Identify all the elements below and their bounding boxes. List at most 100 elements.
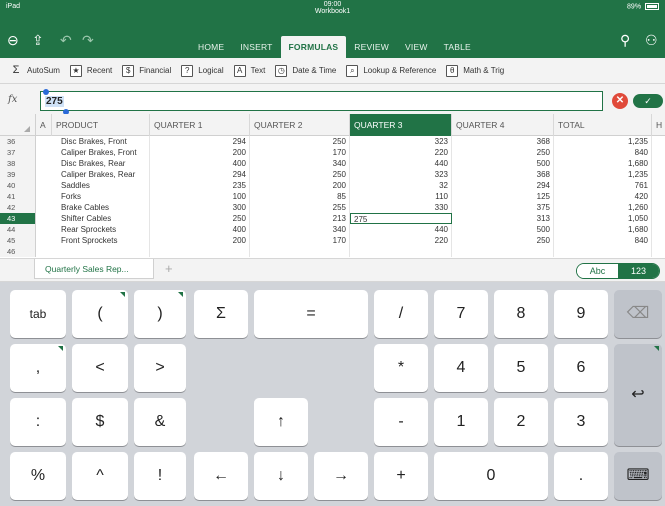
active-cell[interactable]: 275 (350, 213, 452, 224)
sigma-key[interactable]: Σ (194, 290, 248, 338)
table-cell[interactable]: 294 (452, 180, 554, 191)
table-cell[interactable]: 170 (250, 147, 350, 158)
open-paren-key[interactable]: ( (72, 290, 128, 338)
table-cell[interactable]: 840 (554, 235, 652, 246)
table-cell[interactable]: Caliper Brakes, Front (58, 147, 150, 158)
table-cell[interactable]: 294 (150, 169, 250, 180)
table-cell[interactable]: 368 (452, 136, 554, 147)
search-icon[interactable]: ⚲ (620, 32, 630, 49)
add-person-icon[interactable]: ⚇ (645, 32, 658, 49)
tab-key[interactable]: tab (10, 290, 66, 338)
colon-key[interactable]: : (10, 398, 66, 446)
table-cell[interactable]: 250 (452, 235, 554, 246)
decimal-key[interactable]: . (554, 452, 608, 500)
redo-icon[interactable]: ↷ (82, 32, 94, 49)
caret-key[interactable]: ^ (72, 452, 128, 500)
table-cell[interactable]: 100 (150, 191, 250, 202)
table-cell[interactable]: Disc Brakes, Front (58, 136, 150, 147)
exclamation-key[interactable]: ! (134, 452, 186, 500)
table-cell[interactable]: 170 (250, 235, 350, 246)
cell-area[interactable]: Disc Brakes, Front 294 250 323 368 1,235 Calip… (0, 136, 665, 257)
enter-key[interactable]: ↩ (614, 344, 662, 446)
table-cell[interactable] (58, 246, 150, 257)
column-header[interactable]: QUARTER 3 (350, 114, 452, 136)
four-key[interactable]: 4 (434, 344, 488, 392)
tab-home[interactable]: HOME (190, 36, 232, 58)
hide-keyboard-key[interactable]: ⌨ (614, 452, 662, 500)
ampersand-key[interactable]: & (134, 398, 186, 446)
one-key[interactable]: 1 (434, 398, 488, 446)
table-cell[interactable]: 250 (250, 136, 350, 147)
cancel-button[interactable]: ✕ (612, 93, 628, 109)
table-cell[interactable]: 220 (350, 147, 452, 158)
numeric-keyboard-option[interactable]: 123 (618, 264, 659, 278)
column-header[interactable]: A (36, 114, 52, 136)
percent-key[interactable]: % (10, 452, 66, 500)
equals-key[interactable]: = (254, 290, 368, 338)
table-cell[interactable]: 323 (350, 169, 452, 180)
table-cell[interactable] (350, 246, 452, 257)
table-cell[interactable]: 1,050 (554, 213, 652, 224)
six-key[interactable]: 6 (554, 344, 608, 392)
two-key[interactable]: 2 (494, 398, 548, 446)
table-cell[interactable]: 400 (150, 224, 250, 235)
table-cell[interactable]: 500 (452, 224, 554, 235)
table-cell[interactable]: 1,680 (554, 224, 652, 235)
table-cell[interactable]: 368 (452, 169, 554, 180)
keyboard-toggle[interactable]: Abc 123 (576, 263, 660, 279)
eight-key[interactable]: 8 (494, 290, 548, 338)
table-cell[interactable]: 323 (350, 136, 452, 147)
table-cell[interactable]: Caliper Brakes, Rear (58, 169, 150, 180)
table-cell[interactable]: 32 (350, 180, 452, 191)
ribbon-autosum-button[interactable]: Σ AutoSum (10, 64, 60, 77)
arrow-down-key[interactable]: ↓ (254, 452, 308, 500)
column-header[interactable]: H (652, 114, 665, 136)
tab-review[interactable]: REVIEW (346, 36, 397, 58)
table-cell[interactable]: 500 (452, 158, 554, 169)
table-cell[interactable]: 250 (150, 213, 250, 224)
table-cell[interactable]: Forks (58, 191, 150, 202)
comma-key[interactable]: , (10, 344, 66, 392)
table-cell[interactable] (250, 246, 350, 257)
table-cell[interactable]: 340 (250, 158, 350, 169)
dollar-key[interactable]: $ (72, 398, 128, 446)
table-cell[interactable]: 250 (250, 169, 350, 180)
ribbon-financial-button[interactable]: $ Financial (122, 64, 171, 77)
ribbon-recent-button[interactable]: ★ Recent (69, 64, 112, 77)
table-cell[interactable]: 110 (350, 191, 452, 202)
table-cell[interactable]: 235 (150, 180, 250, 191)
table-cell[interactable] (150, 246, 250, 257)
table-cell[interactable]: Shifter Cables (58, 213, 150, 224)
table-cell[interactable] (554, 246, 652, 257)
table-cell[interactable]: 840 (554, 147, 652, 158)
back-icon[interactable]: ⊖ (7, 32, 19, 49)
abc-keyboard-option[interactable]: Abc (577, 264, 618, 278)
selection-handle-start[interactable] (43, 89, 49, 95)
less-than-key[interactable]: < (72, 344, 128, 392)
column-header[interactable]: QUARTER 2 (250, 114, 350, 136)
five-key[interactable]: 5 (494, 344, 548, 392)
formula-input[interactable]: 275 (40, 91, 603, 111)
ribbon-lookup-reference-button[interactable]: ⌕ Lookup & Reference (346, 64, 436, 77)
backspace-key[interactable]: ⌫ (614, 290, 662, 338)
table-cell[interactable]: 330 (350, 202, 452, 213)
undo-icon[interactable]: ↶ (60, 32, 72, 49)
table-cell[interactable]: 255 (250, 202, 350, 213)
table-cell[interactable]: 213 (250, 213, 350, 224)
zero-key[interactable]: 0 (434, 452, 548, 500)
arrow-up-key[interactable]: ↑ (254, 398, 308, 446)
minus-key[interactable]: - (374, 398, 428, 446)
table-cell[interactable]: Front Sprockets (58, 235, 150, 246)
tab-view[interactable]: VIEW (397, 36, 436, 58)
sheet-tab[interactable]: Quarterly Sales Rep... (34, 259, 154, 279)
multiply-key[interactable]: * (374, 344, 428, 392)
table-cell[interactable]: 220 (350, 235, 452, 246)
tab-table[interactable]: TABLE (436, 36, 479, 58)
table-cell[interactable]: 200 (150, 147, 250, 158)
table-cell[interactable]: 313 (452, 213, 554, 224)
table-cell[interactable]: Disc Brakes, Rear (58, 158, 150, 169)
table-cell[interactable]: 1,235 (554, 169, 652, 180)
tab-insert[interactable]: INSERT (232, 36, 280, 58)
table-cell[interactable]: 200 (250, 180, 350, 191)
table-cell[interactable]: 761 (554, 180, 652, 191)
